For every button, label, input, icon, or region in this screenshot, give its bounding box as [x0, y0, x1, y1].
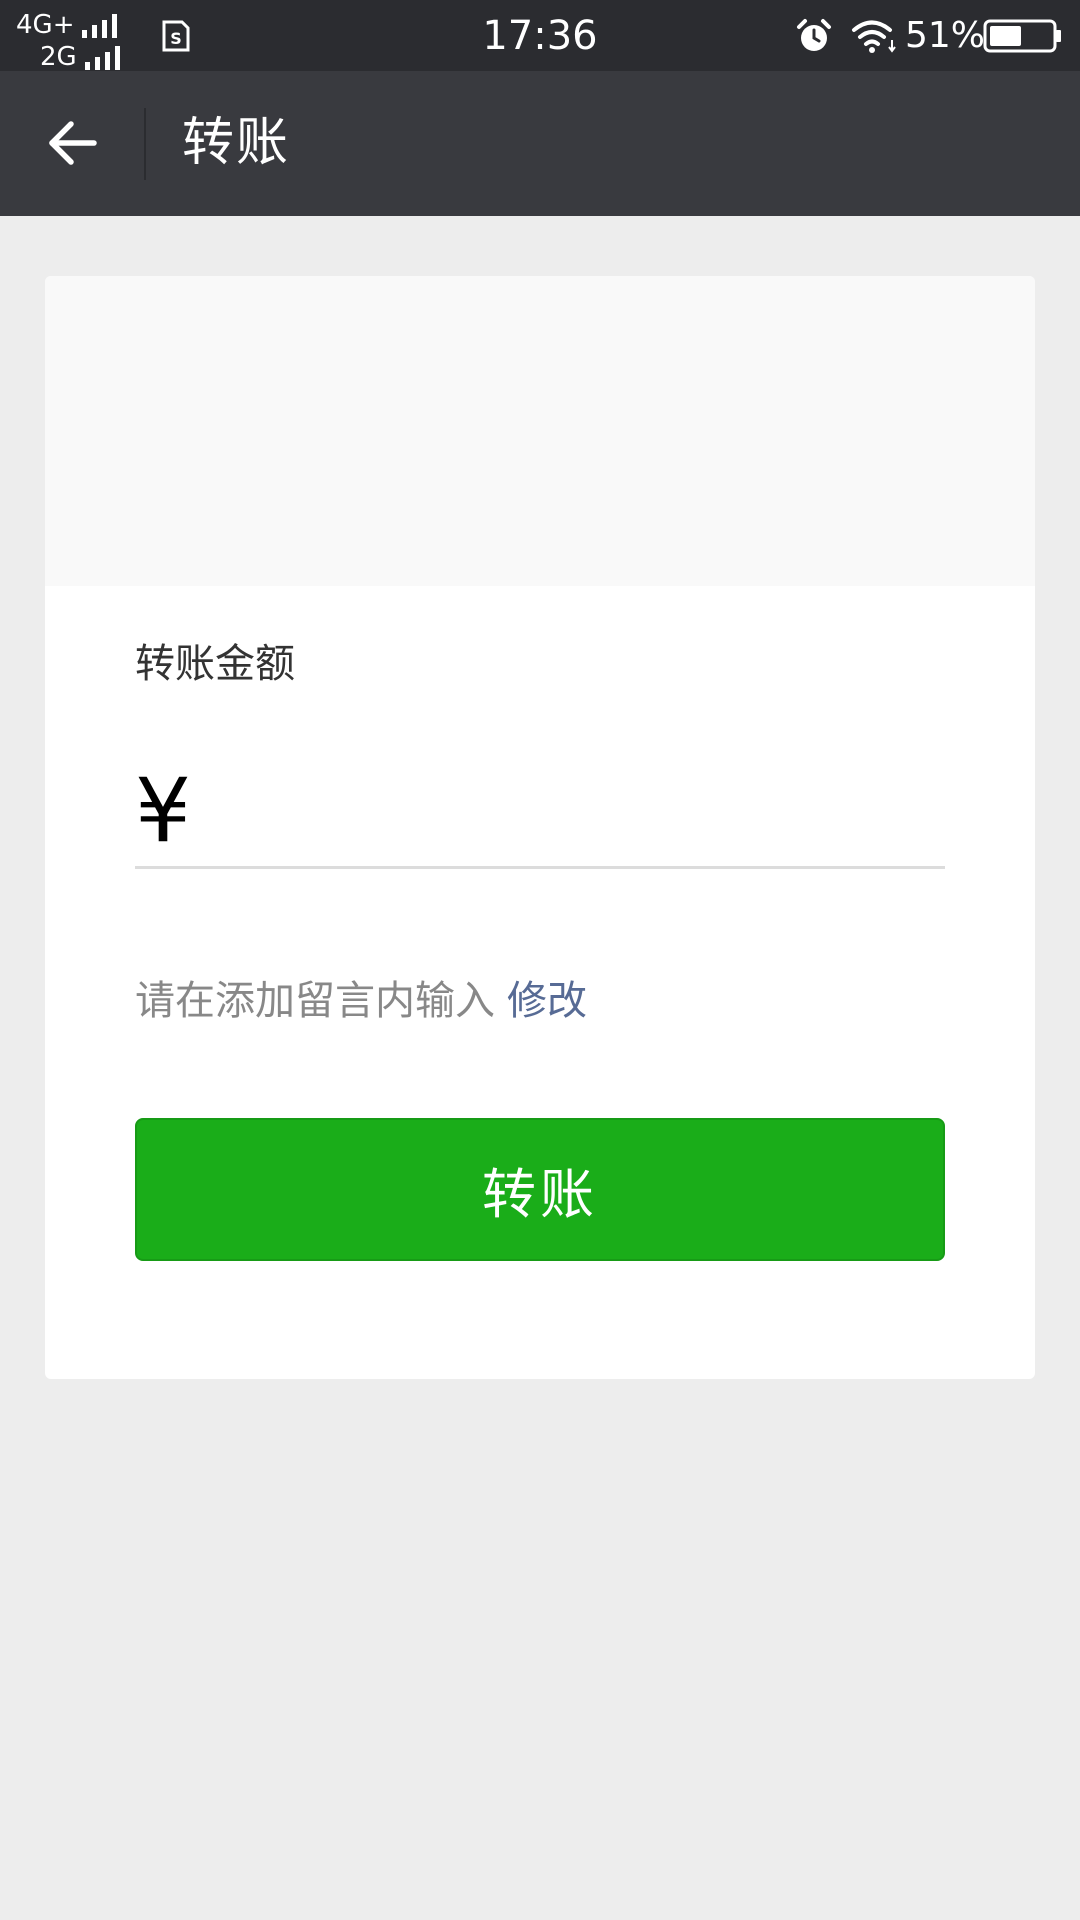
amount-label: 转账金额: [135, 641, 295, 687]
transfer-card: 转账金额 ¥ 请在添加留言内输入 修改 转账: [45, 276, 1035, 1379]
status-bar: 4G+ 2G S 17:36 51%: [0, 0, 1080, 71]
currency-symbol: ¥: [135, 759, 191, 862]
signal-icon: [84, 46, 125, 70]
remark-text: 请在添加留言内输入: [135, 978, 495, 1024]
network-row-secondary: 2G: [40, 40, 125, 70]
network-type-secondary: 2G: [40, 42, 77, 72]
nav-bar: 转账: [0, 71, 1080, 216]
nav-divider: [144, 108, 146, 180]
recipient-area: [45, 276, 1035, 586]
amount-field: ¥: [135, 766, 945, 869]
signal-icon: [82, 14, 122, 38]
network-row-primary: 4G+: [16, 8, 122, 38]
network-indicator: 4G+ 2G: [16, 6, 134, 70]
back-arrow-icon: [49, 121, 97, 165]
remark-edit-link[interactable]: 修改: [507, 978, 587, 1024]
battery-icon: [983, 19, 1063, 53]
battery-percent: 51%: [905, 15, 986, 56]
amount-input[interactable]: [215, 770, 935, 856]
page-title: 转账: [182, 113, 291, 173]
remark-row: 请在添加留言内输入 修改: [135, 976, 587, 1026]
back-button[interactable]: [32, 107, 112, 179]
status-time: 17:36: [482, 13, 598, 59]
sim-icon: S: [161, 20, 191, 52]
svg-text:S: S: [170, 29, 182, 48]
transfer-button[interactable]: 转账: [135, 1118, 945, 1261]
wifi-icon: [850, 18, 898, 54]
alarm-icon: [796, 18, 832, 54]
network-type-primary: 4G+: [16, 10, 75, 40]
